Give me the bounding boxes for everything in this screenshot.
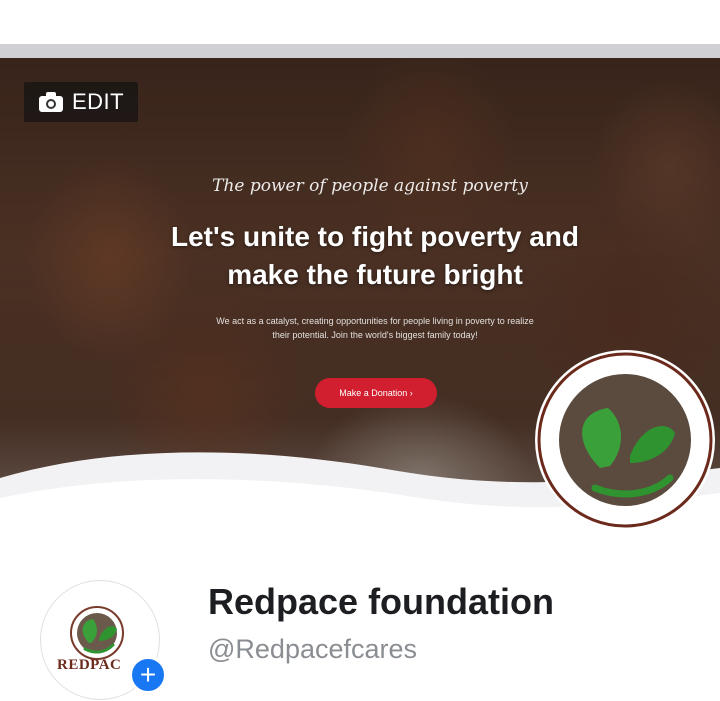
edit-cover-button[interactable]: EDIT xyxy=(24,82,139,122)
top-divider xyxy=(0,44,720,58)
top-spacer xyxy=(0,0,720,44)
avatar-text: REDPAC xyxy=(57,657,122,673)
page-handle: @Redpacefcares xyxy=(208,634,418,664)
plus-icon: + xyxy=(139,659,157,690)
cover-logo-seal xyxy=(535,350,715,530)
headline-line-2: make the future bright xyxy=(227,259,523,290)
add-photo-button[interactable]: + xyxy=(129,656,167,694)
headline-line-1: Let's unite to fight poverty and xyxy=(171,221,579,252)
camera-icon xyxy=(39,92,63,112)
edit-label: EDIT xyxy=(72,89,125,114)
subtext-line-1: We act as a catalyst, creating opportuni… xyxy=(216,316,534,326)
cover-tagline: The power of people against poverty xyxy=(212,176,528,196)
cover-subtext: We act as a catalyst, creating opportuni… xyxy=(185,314,565,342)
page-name: Redpace foundation xyxy=(208,581,555,622)
cover-headline: Let's unite to fight poverty and make th… xyxy=(110,218,640,294)
subtext-line-2: their potential. Join the world's bigges… xyxy=(272,330,478,340)
donate-button: Make a Donation › xyxy=(315,378,437,408)
